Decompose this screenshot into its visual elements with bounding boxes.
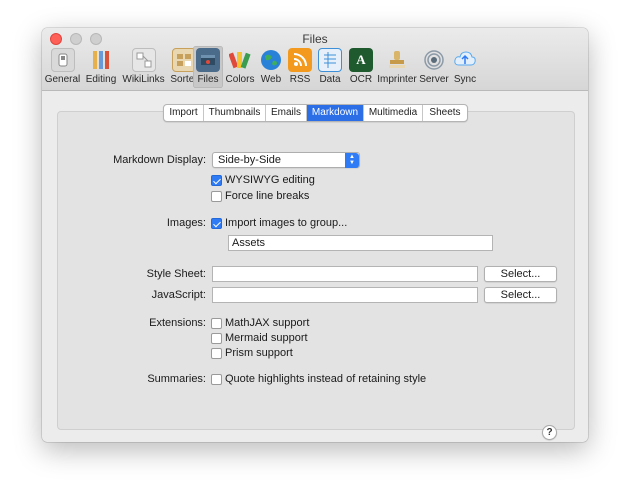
- toolbar-item-wikilinks[interactable]: WikiLinks: [121, 46, 166, 88]
- quote-highlights-label: Quote highlights instead of retaining st…: [225, 373, 427, 385]
- summaries-label: Summaries:: [147, 373, 206, 385]
- toolbar-item-sync[interactable]: Sync: [450, 46, 480, 88]
- style-sheet-label: Style Sheet:: [146, 268, 206, 280]
- markdown-display-value: Side-by-Side: [218, 154, 281, 166]
- tab-bar: Import Thumbnails Emails Markdown Multim…: [163, 104, 468, 122]
- toolbar-item-editing[interactable]: Editing: [82, 46, 120, 88]
- javascript-select-button[interactable]: Select...: [484, 287, 557, 303]
- javascript-field[interactable]: [212, 287, 478, 303]
- wikilinks-icon: [131, 48, 156, 72]
- toolbar-item-rss[interactable]: RSS: [286, 46, 314, 88]
- updown-arrows-icon: ▲ ▼: [345, 153, 359, 168]
- mermaid-label: Mermaid support: [225, 332, 308, 344]
- wysiwyg-label: WYSIWYG editing: [225, 174, 315, 186]
- files-icon: [196, 48, 220, 72]
- force-line-breaks-label: Force line breaks: [225, 190, 310, 202]
- tab-sheets[interactable]: Sheets: [423, 105, 467, 121]
- extensions-label: Extensions:: [149, 317, 206, 329]
- prism-checkbox[interactable]: [211, 348, 222, 359]
- toolbar-item-general[interactable]: General: [44, 46, 81, 88]
- tab-multimedia[interactable]: Multimedia: [364, 105, 423, 121]
- force-line-breaks-checkbox[interactable]: [211, 191, 222, 202]
- markdown-display-label: Markdown Display:: [113, 154, 206, 166]
- style-sheet-select-button[interactable]: Select...: [484, 266, 557, 282]
- markdown-display-select[interactable]: Side-by-Side ▲ ▼: [212, 152, 360, 168]
- tab-thumbnails[interactable]: Thumbnails: [204, 105, 266, 121]
- window-title: Files: [302, 32, 328, 46]
- mathjax-label: MathJAX support: [225, 317, 310, 329]
- editing-icon: [89, 48, 113, 72]
- preferences-window: Files General Editing WikiLinks Sorter F…: [42, 28, 588, 442]
- import-images-label: Import images to group...: [225, 217, 348, 229]
- sync-icon: [453, 48, 477, 72]
- title-bar: Files General Editing WikiLinks Sorter F…: [42, 28, 588, 91]
- mermaid-checkbox[interactable]: [211, 333, 222, 344]
- import-images-checkbox[interactable]: [211, 218, 222, 229]
- toolbar-item-ocr[interactable]: A OCR: [346, 46, 376, 88]
- mathjax-checkbox[interactable]: [211, 318, 222, 329]
- toolbar-item-server[interactable]: Server: [419, 46, 449, 88]
- preferences-content: Import Thumbnails Emails Markdown Multim…: [42, 91, 588, 442]
- tab-markdown[interactable]: Markdown: [307, 105, 364, 121]
- toolbar-item-data[interactable]: Data: [315, 46, 345, 88]
- toolbar-item-colors[interactable]: Colors: [225, 46, 255, 88]
- general-icon: [50, 48, 75, 72]
- wysiwyg-checkbox[interactable]: [211, 175, 222, 186]
- colors-icon: [228, 48, 252, 72]
- help-button[interactable]: ?: [542, 425, 557, 440]
- javascript-label: JavaScript:: [151, 289, 206, 301]
- data-icon: [318, 48, 342, 72]
- style-sheet-field[interactable]: [212, 266, 478, 282]
- rss-icon: [288, 48, 312, 72]
- globe-icon: [259, 48, 283, 72]
- quote-highlights-checkbox[interactable]: [211, 374, 222, 385]
- toolbar-item-web[interactable]: Web: [256, 46, 286, 88]
- tab-import[interactable]: Import: [164, 105, 204, 121]
- images-label: Images:: [166, 217, 206, 229]
- toolbar-item-imprinter[interactable]: Imprinter: [377, 46, 417, 88]
- ocr-icon: A: [349, 48, 373, 72]
- images-group-field[interactable]: [228, 235, 493, 251]
- imprinter-icon: [385, 48, 409, 72]
- prism-label: Prism support: [225, 347, 293, 359]
- tab-emails[interactable]: Emails: [266, 105, 307, 121]
- toolbar-item-files[interactable]: Files: [193, 46, 223, 88]
- server-icon: [422, 48, 446, 72]
